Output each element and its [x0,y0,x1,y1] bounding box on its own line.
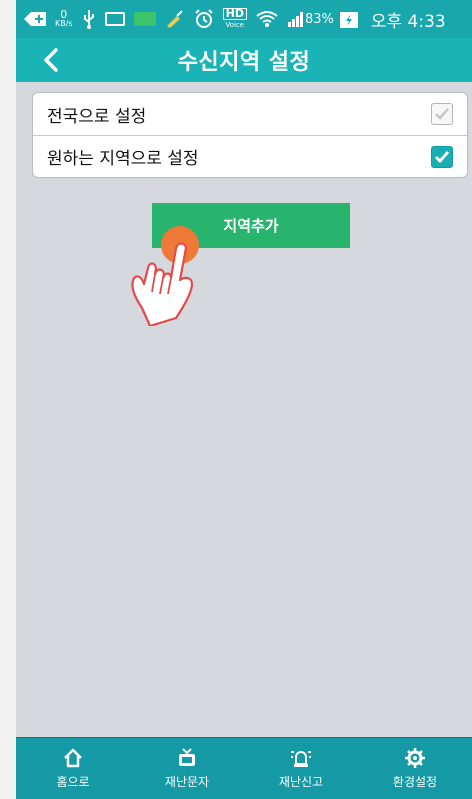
nav-settings-label: 환경설정 [392,775,438,789]
nationwide-checkbox[interactable] [431,103,453,125]
back-button[interactable] [34,44,68,76]
nav-home[interactable]: 홈으로 [16,738,130,799]
status-bar: 0 KB/s HD Voice 83% 오후 4:33 [16,0,472,38]
nav-home-label: 홈으로 [56,775,90,789]
hd-voice-icon: HD Voice [222,7,247,31]
cleaner-icon [165,7,185,31]
data-speed-unit: KB/s [55,19,73,28]
data-speed-value: 0 [60,8,68,21]
title-bar: 수신지역 설정 [16,38,472,82]
battery-percent: 83% [304,11,334,27]
bottom-navigation: 홈으로 재난문자 재난신고 환경설정 [16,737,472,799]
alarm-icon [194,7,214,31]
hd-label: HD [222,8,247,20]
check-icon [434,150,450,163]
nav-disaster-report[interactable]: 재난신고 [244,738,358,799]
nav-disaster-messages-label: 재난문자 [164,775,210,789]
home-icon [62,747,84,769]
band-app-icon [133,7,156,31]
voice-label: Voice [225,21,245,29]
tv-icon [176,747,198,769]
nav-disaster-messages[interactable]: 재난문자 [130,738,244,799]
custom-region-checkbox[interactable] [431,145,453,168]
add-notification-icon [24,7,46,31]
setting-custom-region-label: 원하는 지역으로 설정 [47,149,199,169]
usb-icon [82,7,96,31]
app-screen: 0 KB/s HD Voice 83% 오후 4:33 수신지역 설정 전국으로… [16,0,472,799]
setting-nationwide-label: 전국으로 설정 [47,106,147,127]
setting-custom-region[interactable]: 원하는 지역으로 설정 [33,135,467,177]
battery-charging-icon [339,7,358,31]
signal-icon [287,7,303,31]
page-title: 수신지역 설정 [177,50,311,75]
gallery-icon [104,7,125,31]
gear-icon [404,747,426,769]
tap-hand-icon [131,226,199,326]
check-icon [435,108,449,120]
nav-settings[interactable]: 환경설정 [358,738,472,799]
wifi-icon [256,7,278,31]
setting-nationwide[interactable]: 전국으로 설정 [33,93,467,135]
data-speed-indicator: 0 KB/s [55,7,73,31]
clock: 오후 4:33 [370,11,446,32]
nav-disaster-report-label: 재난신고 [278,775,324,789]
chevron-left-icon [44,48,58,72]
alarm-light-icon [290,747,312,769]
region-settings-list: 전국으로 설정 원하는 지역으로 설정 [32,92,468,178]
